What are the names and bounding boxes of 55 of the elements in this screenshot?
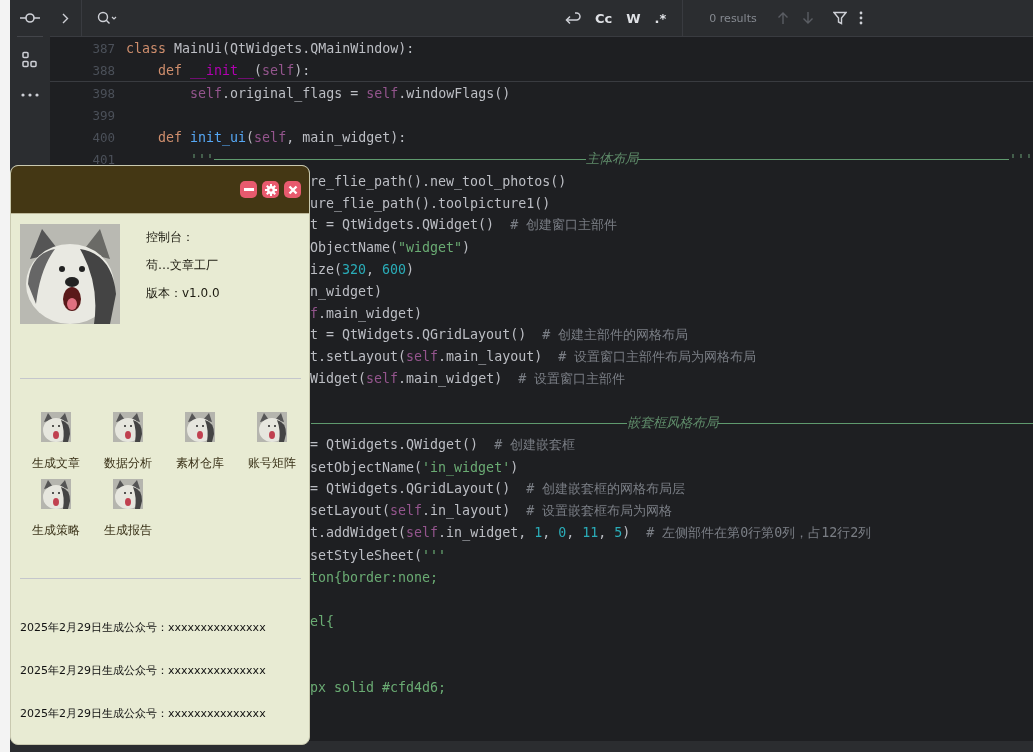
commit-icon[interactable] bbox=[20, 12, 40, 24]
code-line: t = QtWidgets.QWidget() # 创建窗口主部件 bbox=[310, 216, 618, 234]
code-line: ton{border:none; bbox=[310, 569, 439, 585]
search-option-button[interactable]: W bbox=[622, 8, 645, 28]
search-icon[interactable] bbox=[97, 11, 117, 25]
tool-button[interactable]: 账号矩阵 bbox=[236, 412, 308, 471]
code-line: def __init__(self): bbox=[157, 62, 311, 78]
tool-button[interactable]: 生成文章 bbox=[20, 412, 92, 471]
tool-button[interactable]: 生成报告 bbox=[92, 479, 164, 538]
code-line: re_flie_path().new_tool_photos() bbox=[310, 173, 567, 189]
settings-button[interactable] bbox=[262, 181, 279, 198]
structure-icon[interactable] bbox=[21, 51, 39, 69]
wrap-icon[interactable] bbox=[564, 10, 581, 26]
gear-icon bbox=[264, 183, 277, 196]
code-line: setLayout(self.in_layout) # 设置嵌套框布局为网格 bbox=[310, 502, 673, 520]
code-line: t = QtWidgets.QGridLayout() # 创建主部件的网格布局 bbox=[310, 326, 689, 344]
close-button[interactable] bbox=[284, 181, 301, 198]
code-line: el{ bbox=[310, 613, 335, 629]
comment-divider: 嵌套框风格布局 bbox=[311, 414, 1033, 432]
tool-button[interactable]: 数据分析 bbox=[92, 412, 164, 471]
tool-button[interactable]: 素材仓库 bbox=[164, 412, 236, 471]
info-label: 控制台： bbox=[146, 229, 195, 246]
kebab-menu-icon[interactable] bbox=[858, 11, 863, 25]
filter-icon[interactable] bbox=[832, 11, 847, 25]
code-line: self.original_flags = self.windowFlags() bbox=[189, 85, 511, 101]
code-line: ure_flie_path().toolpicture1() bbox=[310, 195, 551, 211]
search-option-button[interactable]: Cc bbox=[591, 8, 617, 28]
code-line: Widget(self.main_widget) # 设置窗口主部件 bbox=[310, 370, 626, 388]
log-entry: 2025年2月29日生成公众号：xxxxxxxxxxxxxxx bbox=[20, 706, 267, 722]
log-entry: 2025年2月29日生成公众号：xxxxxxxxxxxxxxx bbox=[20, 620, 267, 636]
code-line: ObjectName("widget") bbox=[310, 239, 471, 255]
tool-button[interactable]: 生成策略 bbox=[20, 479, 92, 538]
code-line: n_widget) bbox=[310, 283, 383, 299]
code-line: def init_ui(self, main_widget): bbox=[157, 129, 407, 145]
code-line: setObjectName('in_widget') bbox=[310, 459, 519, 475]
info-label: 苟…文章工厂 bbox=[146, 257, 219, 274]
more-icon[interactable] bbox=[21, 93, 39, 97]
code-line: t.setLayout(self.main_layout) # 设置窗口主部件布局为网格布局 bbox=[310, 348, 757, 366]
code-line: setStyleSheet(''' bbox=[310, 547, 447, 563]
results-count: 0 results bbox=[709, 11, 757, 25]
chevron-icon[interactable] bbox=[62, 12, 69, 24]
minimize-icon bbox=[243, 188, 254, 191]
close-icon bbox=[287, 184, 298, 195]
code-line: f.main_widget) bbox=[310, 305, 423, 321]
minimize-button[interactable] bbox=[240, 181, 257, 198]
code-line: = QtWidgets.QWidget() # 创建嵌套框 bbox=[310, 436, 576, 454]
code-line: class MainUi(QtWidgets.QMainWindow): bbox=[126, 40, 415, 56]
log-entry: 2025年2月29日生成公众号：xxxxxxxxxxxxxxx bbox=[20, 663, 267, 679]
info-label: 版本：v1.0.0 bbox=[146, 285, 220, 302]
comment-divider: ''' 主体布局 ''' bbox=[189, 150, 1033, 168]
search-option-button[interactable]: .* bbox=[650, 8, 671, 28]
code-line: = QtWidgets.QGridLayout() # 创建嵌套框的网格布局层 bbox=[310, 480, 686, 498]
code-line: ize(320, 600) bbox=[310, 261, 415, 277]
code-line: px solid #cfd4d6; bbox=[310, 679, 447, 695]
code-line: t.addWidget(self.in_widget, 1, 0, 11, 5) # 左侧部件在第0行第0列，占12行2列 bbox=[310, 524, 872, 542]
